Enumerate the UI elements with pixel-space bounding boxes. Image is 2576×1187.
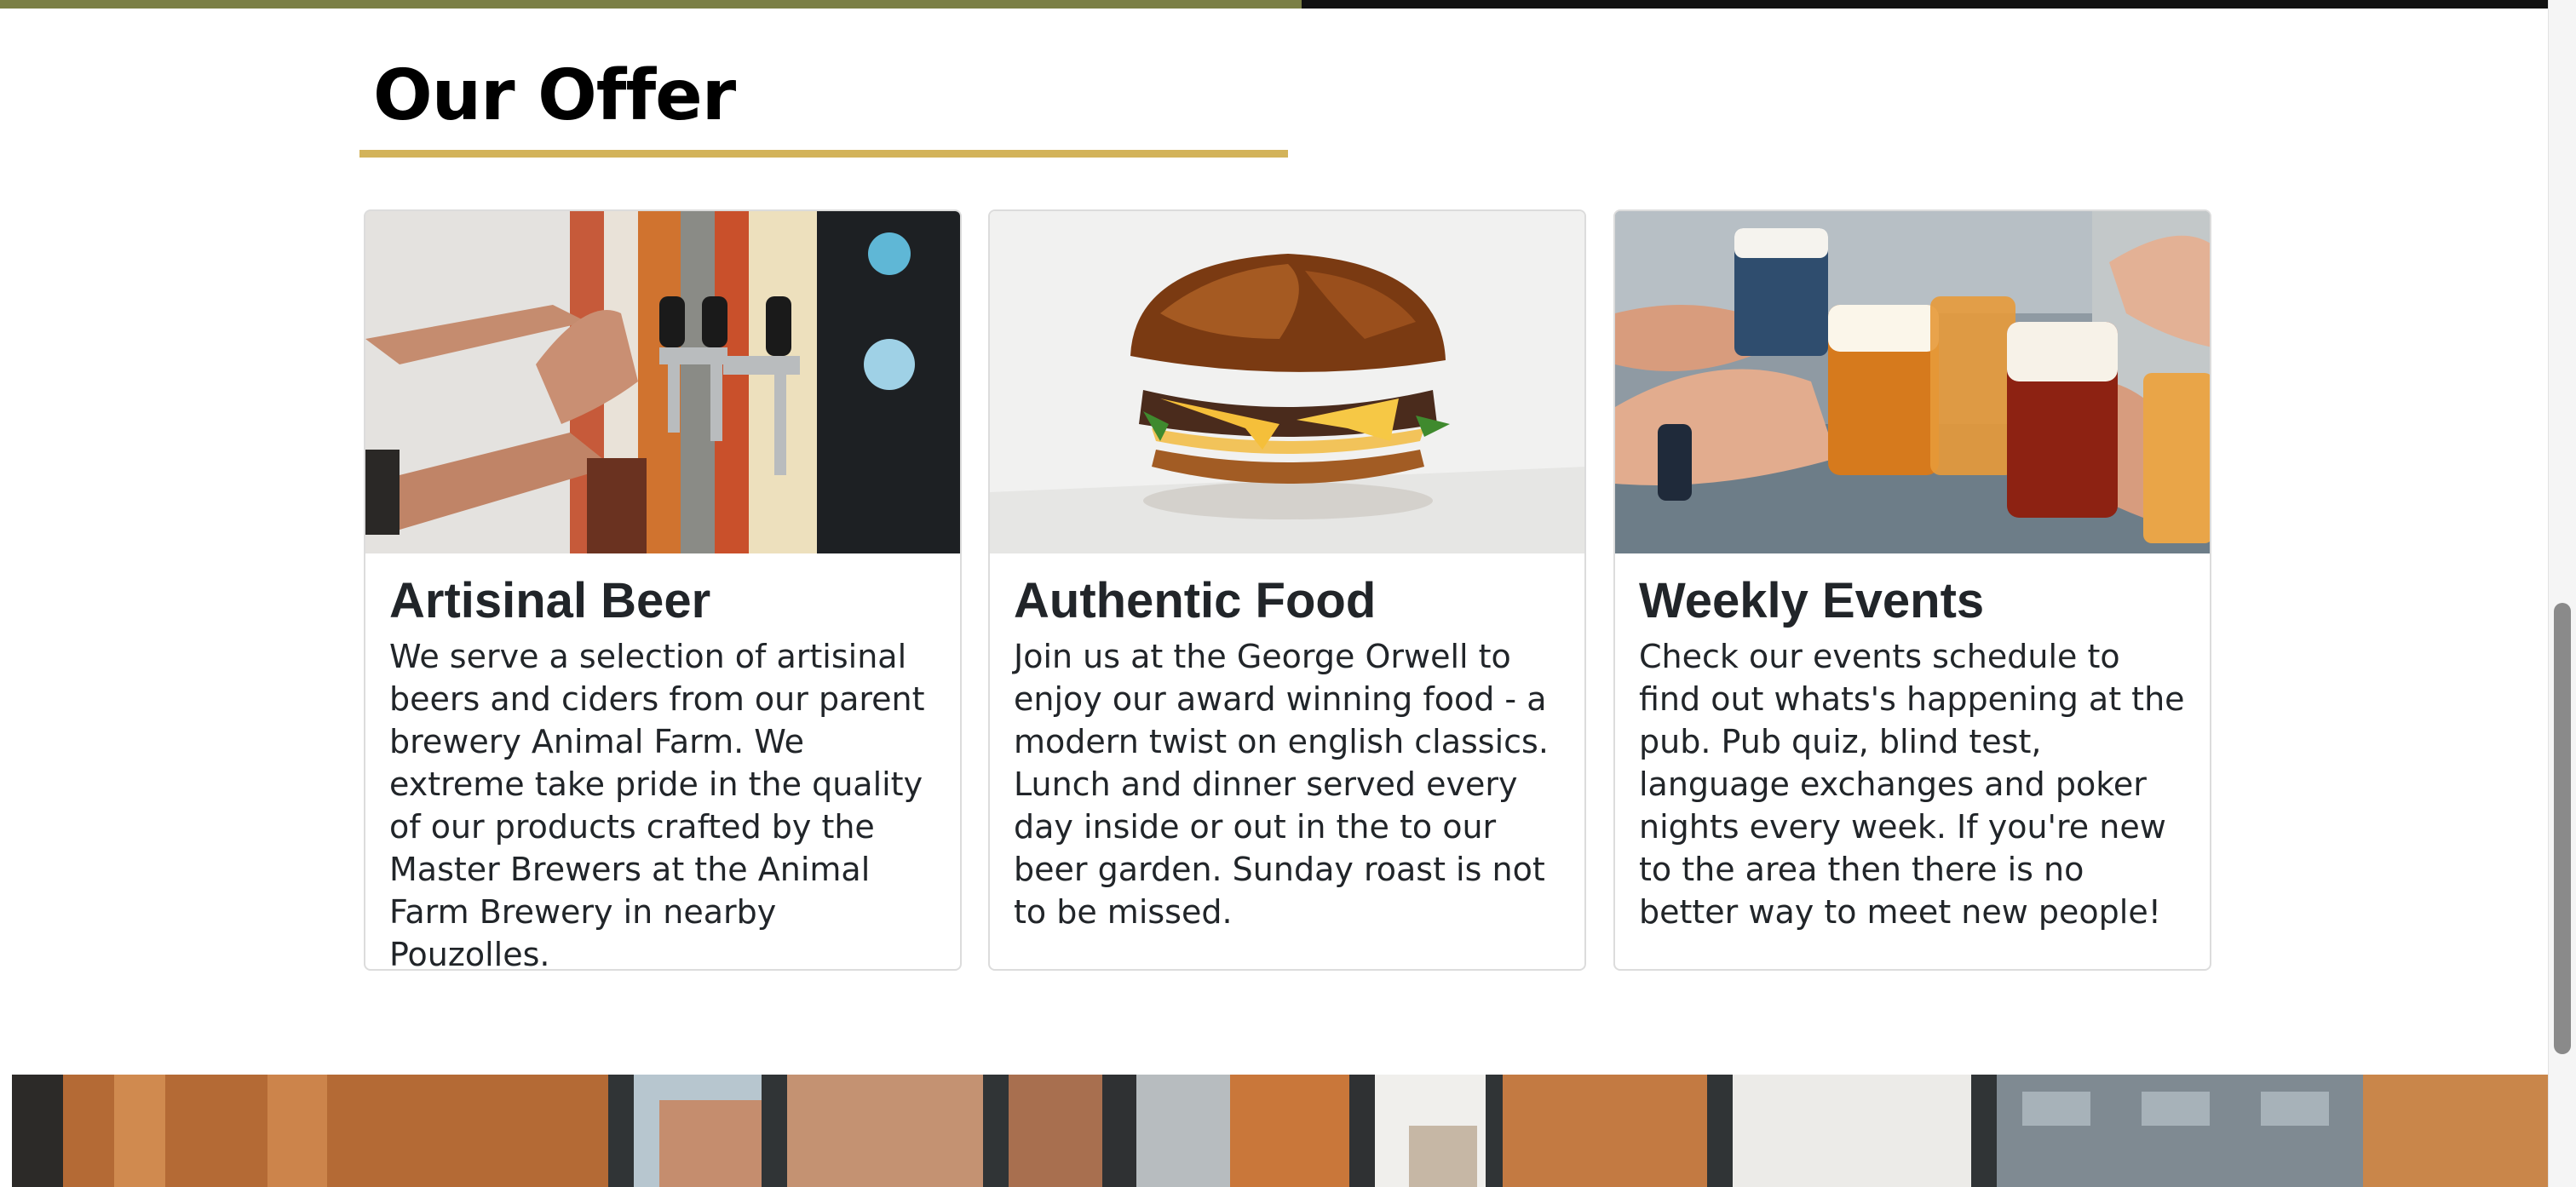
card-title: Artisinal Beer [389, 573, 711, 628]
card-title: Weekly Events [1639, 573, 1985, 628]
top-bar-olive-segment [0, 0, 1302, 9]
scrollbar-thumb[interactable] [2554, 603, 2571, 1054]
burger-image [990, 211, 1584, 553]
offer-card-beer: Artisinal Beer We serve a selection of a… [364, 209, 962, 971]
offer-card-events: Weekly Events Check our events schedule … [1613, 209, 2211, 971]
card-title: Authentic Food [1014, 573, 1377, 628]
beer-taps-image [365, 211, 960, 553]
top-bar-dark-segment [1302, 0, 2576, 9]
brewery-tanks-banner-image [12, 1075, 2550, 1187]
card-description: We serve a selection of artisinal beers … [389, 638, 925, 971]
title-underline [359, 150, 1288, 158]
offer-card-food: Authentic Food Join us at the George Orw… [988, 209, 1586, 971]
section-title: Our Offer [373, 55, 736, 136]
card-description: Check our events schedule to find out wh… [1639, 638, 2185, 931]
card-description: Join us at the George Orwell to enjoy ou… [1014, 638, 1549, 931]
vertical-scrollbar[interactable] [2548, 0, 2576, 1187]
top-accent-bar [0, 0, 2576, 9]
beer-cheers-image [1615, 211, 2210, 553]
